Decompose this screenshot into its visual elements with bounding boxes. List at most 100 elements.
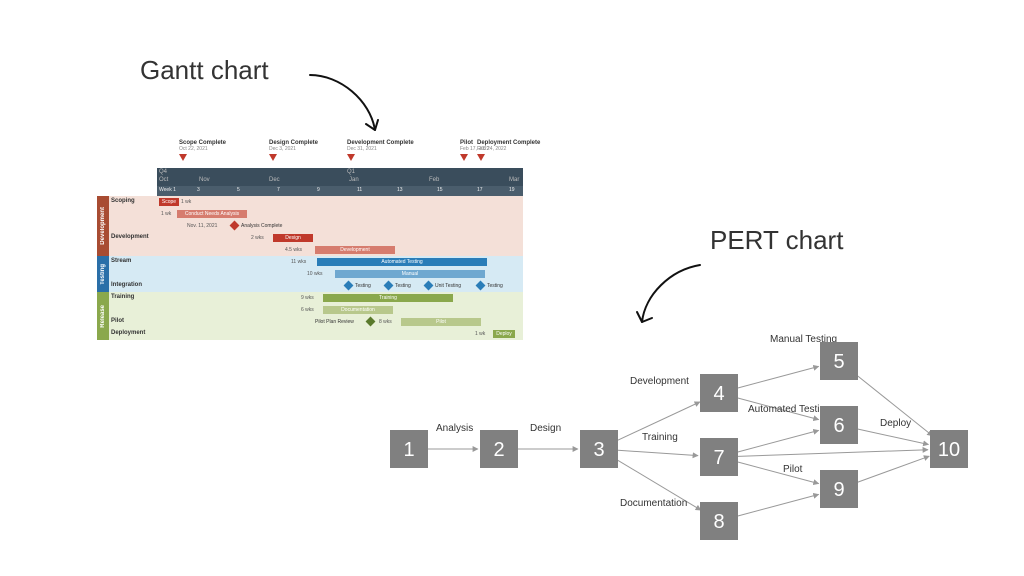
pert-edge-label: Design [530,423,561,434]
pert-edge-label: Development [630,376,689,387]
pert-node: 9 [820,470,858,508]
pert-node-id: 3 [593,439,604,461]
pert-edge [737,494,818,516]
gantt-row-label: Development [111,234,149,240]
pert-node-id: 2 [493,439,504,461]
gantt-section-label: Testing [97,256,109,292]
gantt-bar: Conduct Needs Analysis [177,210,247,218]
gantt-flag: Design Complete Dec 3, 2021 [269,140,318,161]
gantt-duration: 6 wks [301,307,314,313]
flag-marker-icon [460,154,468,161]
pert-node: 3 [580,430,618,468]
gantt-week: 5 [237,187,240,193]
pert-node-id: 4 [713,383,724,405]
pert-node-id: 6 [833,415,844,437]
flag-date: Oct 22, 2021 [179,146,226,152]
gantt-week: 19 [509,187,515,193]
pert-node: 5 [820,342,858,380]
diamond-icon [230,221,240,231]
gantt-duration: 8 wks [379,319,392,325]
flag-marker-icon [347,154,355,161]
gantt-week: 7 [277,187,280,193]
gantt-duration: 2 wks [251,235,264,241]
gantt-section-label: Development [97,196,109,256]
gantt-title: Gantt chart [140,55,269,86]
pert-node-id: 10 [938,439,960,461]
gantt-bar: Pilot [401,318,481,326]
flag-date: Dec 3, 2021 [269,146,318,152]
gantt-flag: Deployment Complete Feb 24, 2022 [477,140,540,161]
pert-node-id: 1 [403,439,414,461]
gantt-bar: Design [273,234,313,242]
gantt-milestone-label: Testing [395,283,411,289]
pert-edge [737,462,818,484]
gantt-row: Training9 wksTraining [109,292,523,304]
diamond-icon [384,281,394,291]
gantt-week: 17 [477,187,483,193]
pert-title: PERT chart [710,225,843,256]
gantt-row: 10 wks Manual [109,268,523,280]
gantt-row-label: Integration [111,282,142,288]
flag-marker-icon [269,154,277,161]
gantt-bar: Development [315,246,395,254]
gantt-week: 3 [197,187,200,193]
pert-edge-label: Deploy [880,418,911,429]
pert-edge-label: Pilot [783,464,803,475]
gantt-bar: Manual [335,270,485,278]
pert-node: 8 [700,502,738,540]
gantt-header-qm: Q4Q1OctNovDecJanFebMar [157,168,523,186]
gantt-month: Dec [269,177,280,183]
pert-edge [737,366,818,388]
gantt-duration: Nov. 11, 2021 [187,223,217,229]
gantt-milestone-label: Analysis Complete [241,223,282,229]
flag-date: Feb 24, 2022 [477,146,540,152]
gantt-milestone-label: Testing [355,283,371,289]
gantt-section-label: Release [97,292,109,340]
gantt-row: 6 wksDocumentation [109,304,523,316]
gantt-row: Nov. 11, 2021 Analysis Complete [109,220,523,232]
gantt-duration: 1 wk [181,199,191,205]
gantt-duration: 1 wk [161,211,171,217]
gantt-row: Development 2 wks Design [109,232,523,244]
arrow-to-gantt [300,70,400,150]
gantt-bar: Training [323,294,453,302]
pert-node-id: 8 [713,511,724,533]
diamond-icon [366,317,376,327]
diamond-icon [476,281,486,291]
gantt-header-weeks: Week 135791113151719 [157,186,523,196]
pert-node: 6 [820,406,858,444]
pert-edge-label: Analysis [436,423,473,434]
gantt-bar: Scope [159,198,179,206]
gantt-row-label: Training [111,294,134,300]
pert-edge-label: Documentation [620,498,687,509]
gantt-quarter: Q1 [347,169,355,175]
pert-edge [858,429,929,444]
gantt-bar: Automated Testing [317,258,487,266]
gantt-duration: 11 wks [291,259,306,265]
pert-node: 7 [700,438,738,476]
flag-date: Dec 31, 2021 [347,146,414,152]
pert-edge [857,456,929,482]
gantt-duration: 10 wks [307,271,323,277]
pert-node-id: 5 [833,351,844,373]
gantt-row: Pilot Pilot Plan Review 8 wks Pilot [109,316,523,328]
pert-node: 2 [480,430,518,468]
gantt-week: 9 [317,187,320,193]
pert-edge-label: Training [642,432,678,443]
gantt-quarter: Q4 [159,169,167,175]
arrow-to-pert [630,260,720,340]
gantt-month: Mar [509,177,519,183]
pert-node: 1 [390,430,428,468]
gantt-row-label: Stream [111,258,131,264]
gantt-body: DevelopmentScopingScope1 wk1 wkConduct N… [97,196,523,340]
gantt-row: 4.5 wksDevelopment [109,244,523,256]
gantt-milestone-label: Unit Testing [435,283,461,289]
gantt-row-label: Pilot [111,318,124,324]
gantt-flag: Development Complete Dec 31, 2021 [347,140,414,161]
pert-edge [737,430,818,452]
gantt-row: IntegrationTestingTestingUnit TestingTes… [109,280,523,292]
pert-edge [618,450,698,455]
gantt-month: Nov [199,177,210,183]
pert-node-id: 7 [713,447,724,469]
gantt-milestone-label: Pilot Plan Review [315,319,354,325]
